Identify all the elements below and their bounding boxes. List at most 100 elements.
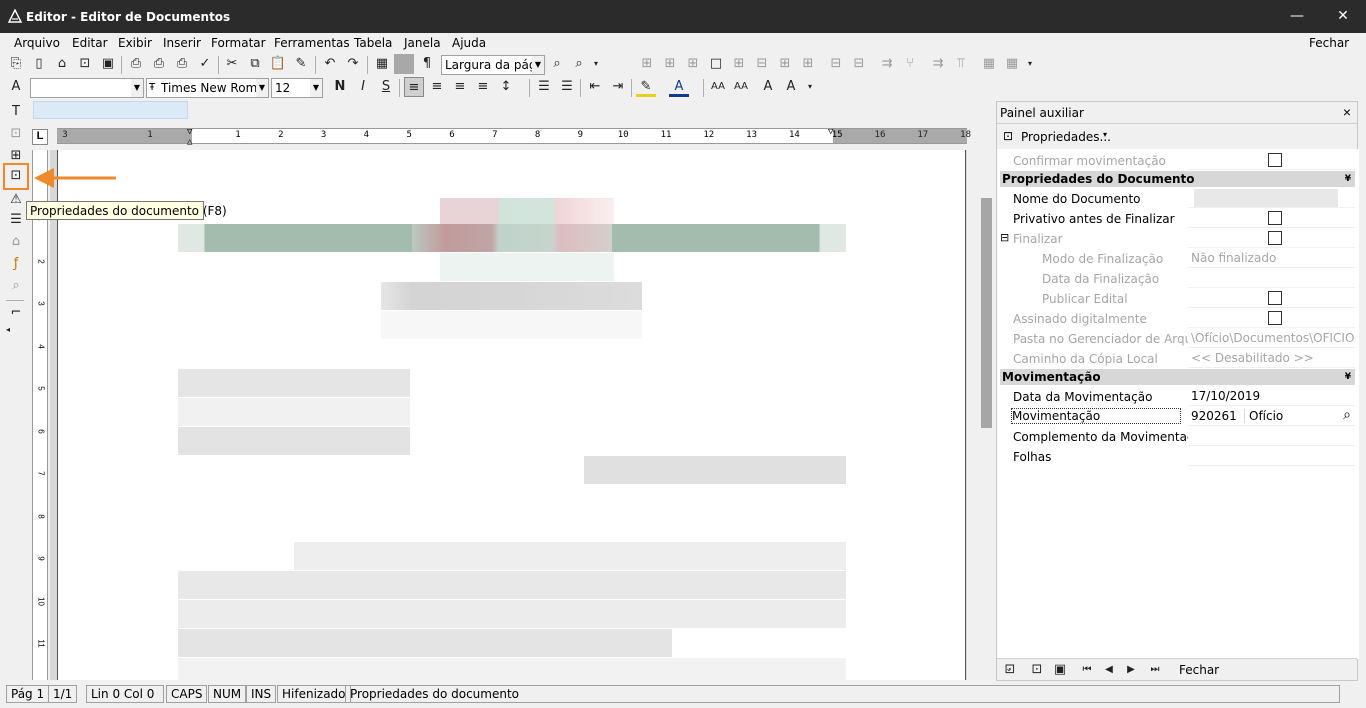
hanging-indent-icon[interactable]: △ [187, 137, 197, 147]
movement-name[interactable]: Ofício [1244, 409, 1283, 423]
next-record-icon[interactable]: ▶ [1121, 660, 1141, 680]
lowercase-icon[interactable]: AA [731, 77, 751, 97]
menu-tabela[interactable]: Tabela [354, 36, 392, 50]
italic-icon[interactable]: I [353, 77, 373, 97]
indent-icon[interactable]: ⇥ [608, 77, 628, 97]
property-row[interactable]: Complemento da Movimentação [1000, 427, 1355, 447]
right-indent-icon[interactable]: ▽ [828, 127, 838, 137]
menu-arquivo[interactable]: Arquivo [14, 36, 60, 50]
table-cols-icon[interactable]: ⊞ [798, 54, 818, 74]
uppercase-icon[interactable]: AA [708, 77, 728, 97]
table-props-icon[interactable]: ⊟ [849, 54, 869, 74]
underline-icon[interactable]: S [376, 77, 396, 97]
property-value[interactable] [1188, 447, 1355, 466]
close-window-button[interactable]: ✕ [1320, 0, 1366, 33]
property-checkbox[interactable] [1268, 311, 1282, 325]
menu-inserir[interactable]: Inserir [163, 36, 201, 50]
property-value[interactable] [1188, 189, 1355, 208]
property-row[interactable]: Privativo antes de Finalizar [1000, 209, 1355, 229]
align-left-icon[interactable]: ≡ [404, 77, 424, 97]
style-select[interactable]: ▼ [30, 78, 144, 98]
grid-icon[interactable]: ▦ [979, 54, 999, 74]
table-split-icon[interactable]: ⊞ [683, 54, 703, 74]
category-header[interactable]: Movimentação ¥ [1000, 369, 1355, 385]
property-row[interactable]: Finalizar ⊟ [1000, 229, 1355, 249]
list-icon[interactable]: ☰ [6, 210, 26, 230]
save-icon[interactable]: ▣ [98, 54, 118, 74]
distribute-icon[interactable]: ⫪ [951, 54, 971, 74]
outdent-icon[interactable]: ⇤ [585, 77, 605, 97]
property-value[interactable] [1188, 229, 1355, 248]
property-checkbox[interactable] [1268, 231, 1282, 245]
property-value[interactable] [1188, 427, 1355, 446]
property-value[interactable]: 920261 Ofício ⌕ [1188, 407, 1355, 426]
menu-fechar[interactable]: Fechar [1309, 36, 1349, 50]
tree-icon[interactable]: ⑂ [900, 54, 920, 74]
table-grid-icon[interactable]: ⊞ [660, 54, 680, 74]
prev-record-icon[interactable]: ◀ [1099, 660, 1119, 680]
font-size-select[interactable]: 12 ▼ [271, 78, 323, 98]
panel-view-dropdown[interactable]: ⊡ Propriedades... ▾ [1001, 127, 1121, 147]
table-insert-icon[interactable]: ⊞ [637, 54, 657, 74]
property-value[interactable] [1188, 269, 1355, 288]
new-document-icon[interactable]: ⎘ [6, 54, 26, 74]
last-record-icon[interactable]: ⏭ [1145, 660, 1165, 680]
text-tool-icon[interactable]: T [6, 102, 26, 122]
align-objects-icon[interactable]: ⇉ [928, 54, 948, 74]
field-icon[interactable]: ⇉ [877, 54, 897, 74]
reopen-icon[interactable]: ⊡ [75, 54, 95, 74]
overflow2-icon[interactable]: ▾ [1024, 54, 1036, 74]
bullets-icon[interactable]: ☰ [534, 77, 554, 97]
folder-icon[interactable]: ⌂ [6, 232, 26, 252]
overflow-left-icon[interactable]: ◂ [2, 320, 14, 340]
property-row[interactable]: Publicar Edital [1000, 289, 1355, 309]
warning-icon[interactable]: ⚠ [6, 190, 26, 210]
property-row[interactable]: Folhas [1000, 447, 1355, 467]
undo-icon[interactable]: ↶ [320, 54, 340, 74]
table-cells-icon[interactable]: ⊞ [729, 54, 749, 74]
property-value[interactable]: 17/10/2019 [1188, 387, 1355, 406]
category-header[interactable]: Propriedades do Documento ¥ [1000, 171, 1355, 187]
table-icon[interactable]: ▦ [372, 54, 392, 74]
open-folder-icon[interactable]: ⌂ [52, 54, 72, 74]
font-select[interactable]: Ŧ Times New Roman ▼ [146, 78, 269, 98]
footer-image-icon[interactable]: ▣ [1050, 660, 1070, 680]
zoom-out-icon[interactable]: ⌕ [547, 54, 567, 74]
property-value[interactable] [1188, 151, 1355, 170]
highlight-icon[interactable]: ✎ [636, 77, 656, 97]
vertical-ruler[interactable]: 1234567891011 [32, 150, 48, 680]
footer-copy-icon[interactable]: ⊡ [1027, 660, 1047, 680]
style-icon[interactable]: A [6, 77, 26, 97]
zoom-select[interactable]: Largura da págir ▼ [441, 55, 545, 75]
indent-marker-icon[interactable]: ▽ [187, 127, 197, 137]
panel-close-button[interactable]: × [1343, 104, 1351, 120]
minimize-button[interactable]: — [1274, 0, 1320, 33]
print-setup-icon[interactable]: ⎙ [172, 54, 192, 74]
menu-formatar[interactable]: Formatar [211, 36, 266, 50]
menu-editar[interactable]: Editar [72, 36, 108, 50]
table-merge-icon[interactable]: ⊟ [752, 54, 772, 74]
property-row[interactable]: Nome do Documento [1000, 189, 1355, 209]
align-center-icon[interactable]: ≡ [427, 77, 447, 97]
blank-page-icon[interactable]: ▯ [29, 54, 49, 74]
menu-janela[interactable]: Janela [404, 36, 441, 50]
grid2-icon[interactable]: ▦ [1002, 54, 1022, 74]
align-right-icon[interactable]: ≡ [450, 77, 470, 97]
property-row[interactable]: Data da Movimentação 17/10/2019 [1000, 387, 1355, 407]
expander-icon[interactable]: ⊟ [1000, 231, 1009, 244]
justify-icon[interactable]: ≡ [473, 77, 493, 97]
paragraph-marks-icon[interactable]: ¶ [417, 54, 437, 74]
menu-ferramentas[interactable]: Ferramentas [274, 36, 350, 50]
replace-icon[interactable]: A [781, 77, 801, 97]
property-row[interactable]: Data da Finalização [1000, 269, 1355, 289]
cut-icon[interactable]: ✂ [222, 54, 242, 74]
print-icon[interactable]: ⎙ [126, 54, 146, 74]
table-rows-icon[interactable]: ⊞ [775, 54, 795, 74]
property-value[interactable] [1188, 289, 1355, 308]
table-delete-icon[interactable]: ⊟ [826, 54, 846, 74]
property-value[interactable]: << Desabilitado >> [1188, 349, 1355, 368]
tab-selector[interactable]: L [32, 129, 48, 145]
property-value[interactable]: \Ofício\Documentos\OFICIO [0... [1188, 329, 1355, 348]
vertical-scrollbar[interactable] [978, 150, 995, 680]
format-painter-icon[interactable]: ✎ [291, 54, 311, 74]
